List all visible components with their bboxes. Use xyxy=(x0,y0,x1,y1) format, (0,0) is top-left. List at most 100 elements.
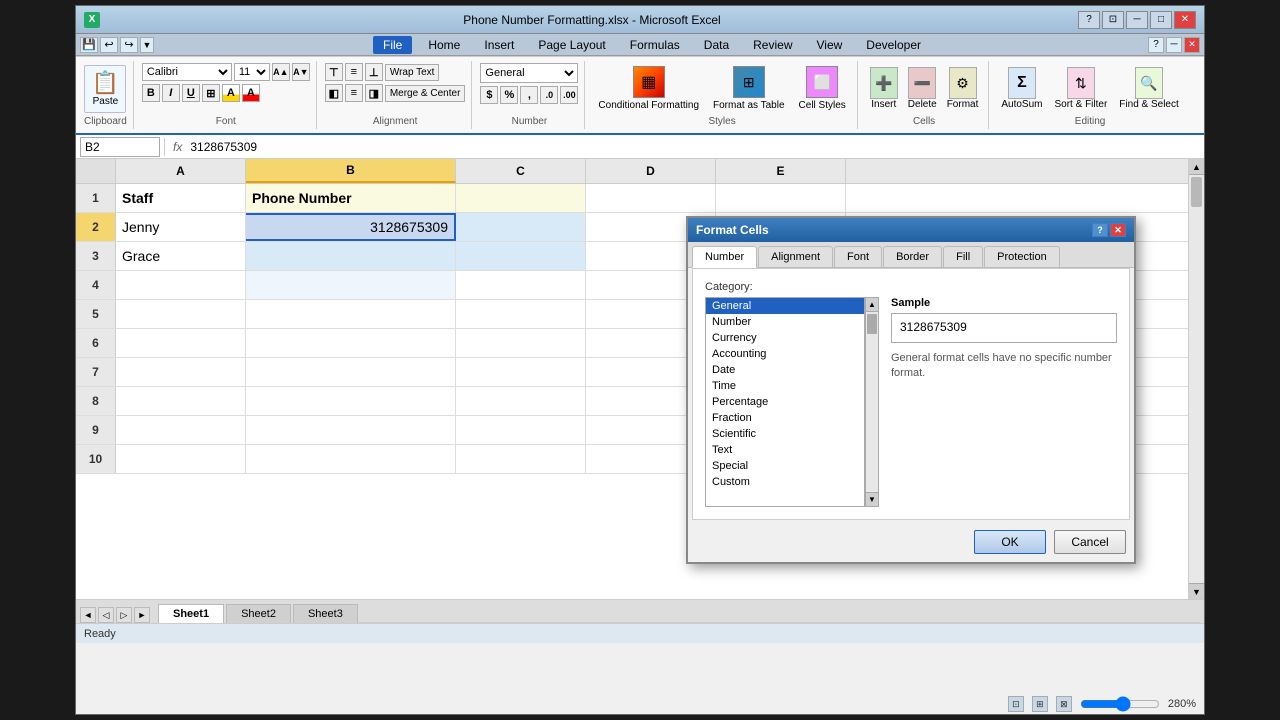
cancel-button[interactable]: Cancel xyxy=(1054,530,1126,554)
menu-review[interactable]: Review xyxy=(745,36,800,54)
cat-scientific[interactable]: Scientific xyxy=(706,426,864,442)
cat-accounting[interactable]: Accounting xyxy=(706,346,864,362)
cell-c2[interactable] xyxy=(456,213,586,241)
cell-a8[interactable] xyxy=(116,387,246,415)
cell-c10[interactable] xyxy=(456,445,586,473)
cat-currency[interactable]: Currency xyxy=(706,330,864,346)
row-num-10[interactable]: 10 xyxy=(76,445,116,473)
last-sheet-btn[interactable]: ► xyxy=(134,607,150,623)
increase-decimal-btn[interactable]: .00 xyxy=(560,86,578,104)
row-num-5[interactable]: 5 xyxy=(76,300,116,328)
options-btn[interactable]: ⊡ xyxy=(1102,11,1124,29)
sheet-tab-2[interactable]: Sheet2 xyxy=(226,604,291,623)
view-layout-btn[interactable]: ⊞ xyxy=(1032,696,1048,712)
menu-page-layout[interactable]: Page Layout xyxy=(530,36,613,54)
align-right-btn[interactable]: ◨ xyxy=(365,84,383,102)
view-preview-btn[interactable]: ⊠ xyxy=(1056,696,1072,712)
align-center-btn[interactable]: ≡ xyxy=(345,84,363,102)
cell-styles-btn[interactable]: ⬜ Cell Styles xyxy=(794,63,851,114)
find-select-btn[interactable]: 🔍 Find & Select xyxy=(1115,65,1182,112)
cell-a2[interactable]: Jenny xyxy=(116,213,246,241)
cell-b10[interactable] xyxy=(246,445,456,473)
cat-special[interactable]: Special xyxy=(706,458,864,474)
cell-d1[interactable] xyxy=(586,184,716,212)
font-color-button[interactable]: A xyxy=(242,84,260,102)
menu-developer[interactable]: Developer xyxy=(858,36,929,54)
wrap-text-btn[interactable]: Wrap Text xyxy=(385,64,440,81)
tab-fill[interactable]: Fill xyxy=(943,246,983,267)
cell-b6[interactable] xyxy=(246,329,456,357)
formula-input[interactable] xyxy=(190,137,1200,157)
prev-sheet-btn[interactable]: ◄ xyxy=(80,607,96,623)
col-header-b[interactable]: B xyxy=(246,159,456,183)
menu-view[interactable]: View xyxy=(809,36,851,54)
align-middle-btn[interactable]: ≡ xyxy=(345,63,363,81)
merge-center-btn[interactable]: Merge & Center xyxy=(385,85,466,102)
row-num-1[interactable]: 1 xyxy=(76,184,116,212)
cell-a7[interactable] xyxy=(116,358,246,386)
conditional-formatting-btn[interactable]: ▦ Conditional Formatting xyxy=(593,63,704,114)
font-name-select[interactable]: Calibri xyxy=(142,63,232,81)
menu-insert[interactable]: Insert xyxy=(476,36,522,54)
sheet-tab-3[interactable]: Sheet3 xyxy=(293,604,358,623)
view-normal-btn[interactable]: ⊡ xyxy=(1008,696,1024,712)
number-format-select[interactable]: General xyxy=(480,63,578,83)
italic-button[interactable]: I xyxy=(162,84,180,102)
row-num-6[interactable]: 6 xyxy=(76,329,116,357)
cell-a1[interactable]: Staff xyxy=(116,184,246,212)
cell-b2[interactable]: 3128675309 xyxy=(246,213,456,241)
scroll-thumb[interactable] xyxy=(1191,177,1202,207)
cell-a6[interactable] xyxy=(116,329,246,357)
col-header-a[interactable]: A xyxy=(116,159,246,183)
cat-general[interactable]: General xyxy=(706,298,864,314)
format-btn[interactable]: ⚙ Format xyxy=(943,65,983,112)
next-sheet-btn[interactable]: ▷ xyxy=(116,607,132,623)
row-num-8[interactable]: 8 xyxy=(76,387,116,415)
row-num-4[interactable]: 4 xyxy=(76,271,116,299)
tab-alignment[interactable]: Alignment xyxy=(758,246,833,267)
category-list[interactable]: General Number Currency Accounting Date … xyxy=(705,297,865,507)
cell-c6[interactable] xyxy=(456,329,586,357)
cat-date[interactable]: Date xyxy=(706,362,864,378)
scroll-track[interactable] xyxy=(1189,175,1204,583)
category-scrollbar[interactable]: ▲ ▼ xyxy=(865,297,879,507)
row-num-9[interactable]: 9 xyxy=(76,416,116,444)
save-quick-btn[interactable]: 💾 xyxy=(80,37,98,53)
autosum-btn[interactable]: Σ AutoSum xyxy=(997,65,1046,112)
decrease-font-btn[interactable]: A▼ xyxy=(292,63,310,81)
close-btn[interactable]: ✕ xyxy=(1174,11,1196,29)
menu-formulas[interactable]: Formulas xyxy=(622,36,688,54)
cat-custom[interactable]: Custom xyxy=(706,474,864,490)
format-as-table-btn[interactable]: ⊞ Format as Table xyxy=(708,63,790,114)
cell-b5[interactable] xyxy=(246,300,456,328)
cat-scroll-up[interactable]: ▲ xyxy=(866,298,878,312)
cell-c5[interactable] xyxy=(456,300,586,328)
cat-number[interactable]: Number xyxy=(706,314,864,330)
decrease-decimal-btn[interactable]: .0 xyxy=(540,86,558,104)
tab-border[interactable]: Border xyxy=(883,246,942,267)
cell-c1[interactable] xyxy=(456,184,586,212)
ribbon-resize-btn[interactable]: ─ xyxy=(1166,37,1182,53)
cell-a3[interactable]: Grace xyxy=(116,242,246,270)
undo-quick-btn[interactable]: ↩ xyxy=(100,37,118,53)
dialog-help-btn[interactable]: ? xyxy=(1092,223,1108,237)
cell-a4[interactable] xyxy=(116,271,246,299)
cell-c8[interactable] xyxy=(456,387,586,415)
row-num-3[interactable]: 3 xyxy=(76,242,116,270)
minimize-btn[interactable]: ─ xyxy=(1126,11,1148,29)
cat-fraction[interactable]: Fraction xyxy=(706,410,864,426)
menu-data[interactable]: Data xyxy=(696,36,737,54)
zoom-slider[interactable] xyxy=(1080,698,1160,710)
paste-button[interactable]: 📋 Paste xyxy=(84,65,126,113)
menu-home[interactable]: Home xyxy=(420,36,468,54)
cell-c9[interactable] xyxy=(456,416,586,444)
dollar-btn[interactable]: $ xyxy=(480,86,498,104)
col-header-e[interactable]: E xyxy=(716,159,846,183)
ribbon-help-btn[interactable]: ? xyxy=(1148,37,1164,53)
tab-protection[interactable]: Protection xyxy=(984,246,1060,267)
align-bottom-btn[interactable]: ⊥ xyxy=(365,63,383,81)
row-num-7[interactable]: 7 xyxy=(76,358,116,386)
cat-time[interactable]: Time xyxy=(706,378,864,394)
dialog-close-btn[interactable]: ✕ xyxy=(1110,223,1126,237)
cat-scroll-thumb[interactable] xyxy=(867,314,877,334)
